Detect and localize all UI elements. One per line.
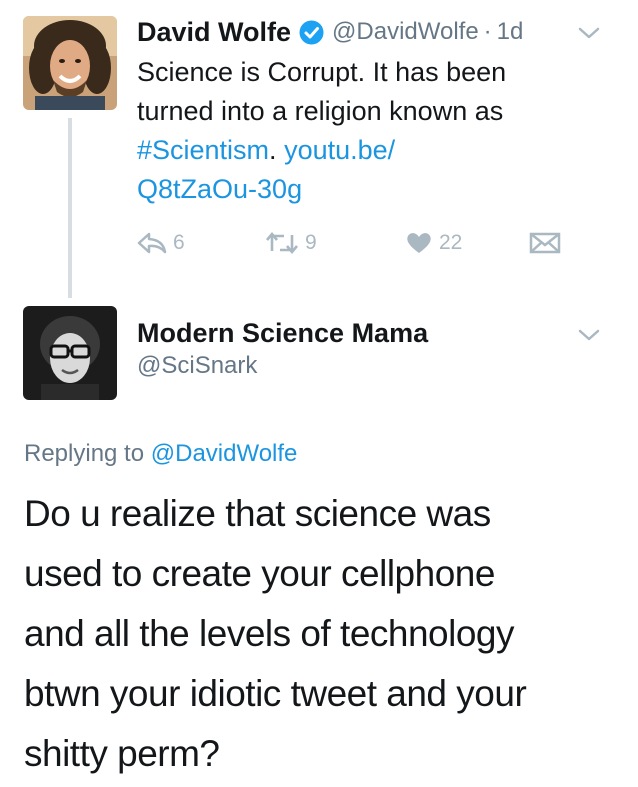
retweet-icon <box>265 231 299 255</box>
tweet-text-line: used to create your cellphone <box>24 553 495 594</box>
tweet-text-line: #Scientism. youtu.be/ <box>137 131 587 170</box>
time-separator: · <box>483 18 492 45</box>
avatar-david-wolfe[interactable] <box>23 16 117 110</box>
hashtag-link[interactable]: #Scientism <box>137 135 269 165</box>
author-display-name[interactable]: Modern Science Mama <box>137 318 428 349</box>
replying-to-prefix: Replying to <box>24 440 145 467</box>
url-link-part1[interactable]: youtu.be/ <box>284 135 395 165</box>
tweet-text-line: turned into a religion known as <box>137 96 504 126</box>
url-link-part2[interactable]: Q8tZaOu-30g <box>137 170 587 209</box>
author-handle[interactable]: @SciSnark <box>137 352 257 380</box>
author-display-name[interactable]: David Wolfe <box>137 17 291 48</box>
replying-to-mention[interactable]: @DavidWolfe <box>151 440 298 467</box>
reply-count: 6 <box>173 231 185 254</box>
heart-icon <box>405 231 433 255</box>
verified-badge-icon <box>299 20 324 45</box>
tweet1-header: David Wolfe @DavidWolfe · 1d <box>137 15 523 49</box>
reply-button[interactable]: 6 <box>137 226 185 260</box>
tweet-text-line: Science is Corrupt. It has been <box>137 57 507 87</box>
retweet-count: 9 <box>305 231 317 254</box>
tweet-text-line: and all the levels of technology <box>24 613 515 654</box>
period-text: . <box>269 135 277 165</box>
like-button[interactable]: 22 <box>405 226 462 260</box>
chevron-down-icon[interactable] <box>577 25 601 41</box>
replying-to-line: Replying to @DavidWolfe <box>24 440 297 468</box>
chevron-down-icon[interactable] <box>577 327 601 343</box>
direct-message-icon <box>529 232 561 254</box>
reply-icon <box>137 231 167 255</box>
tweet1-body: Science is Corrupt. It has been turned i… <box>137 53 587 209</box>
tweet-timestamp[interactable]: 1d <box>497 18 524 46</box>
like-count: 22 <box>439 231 463 254</box>
retweet-button[interactable]: 9 <box>265 226 317 260</box>
tweet-thread: David Wolfe @DavidWolfe · 1d Science is … <box>0 0 638 787</box>
direct-message-button[interactable] <box>529 226 561 260</box>
thread-connector-line <box>68 118 72 298</box>
author-handle[interactable]: @DavidWolfe <box>332 18 479 46</box>
avatar-modern-science-mama[interactable] <box>23 306 117 400</box>
tweet2-body: Do u realize that science was used to cr… <box>24 484 624 784</box>
tweet-text-line: shitty perm? <box>24 733 220 774</box>
tweet1-actions: 6 9 22 <box>137 226 567 260</box>
tweet-text-line: Do u realize that science was <box>24 493 491 534</box>
tweet-text-line: btwn your idiotic tweet and your <box>24 673 527 714</box>
